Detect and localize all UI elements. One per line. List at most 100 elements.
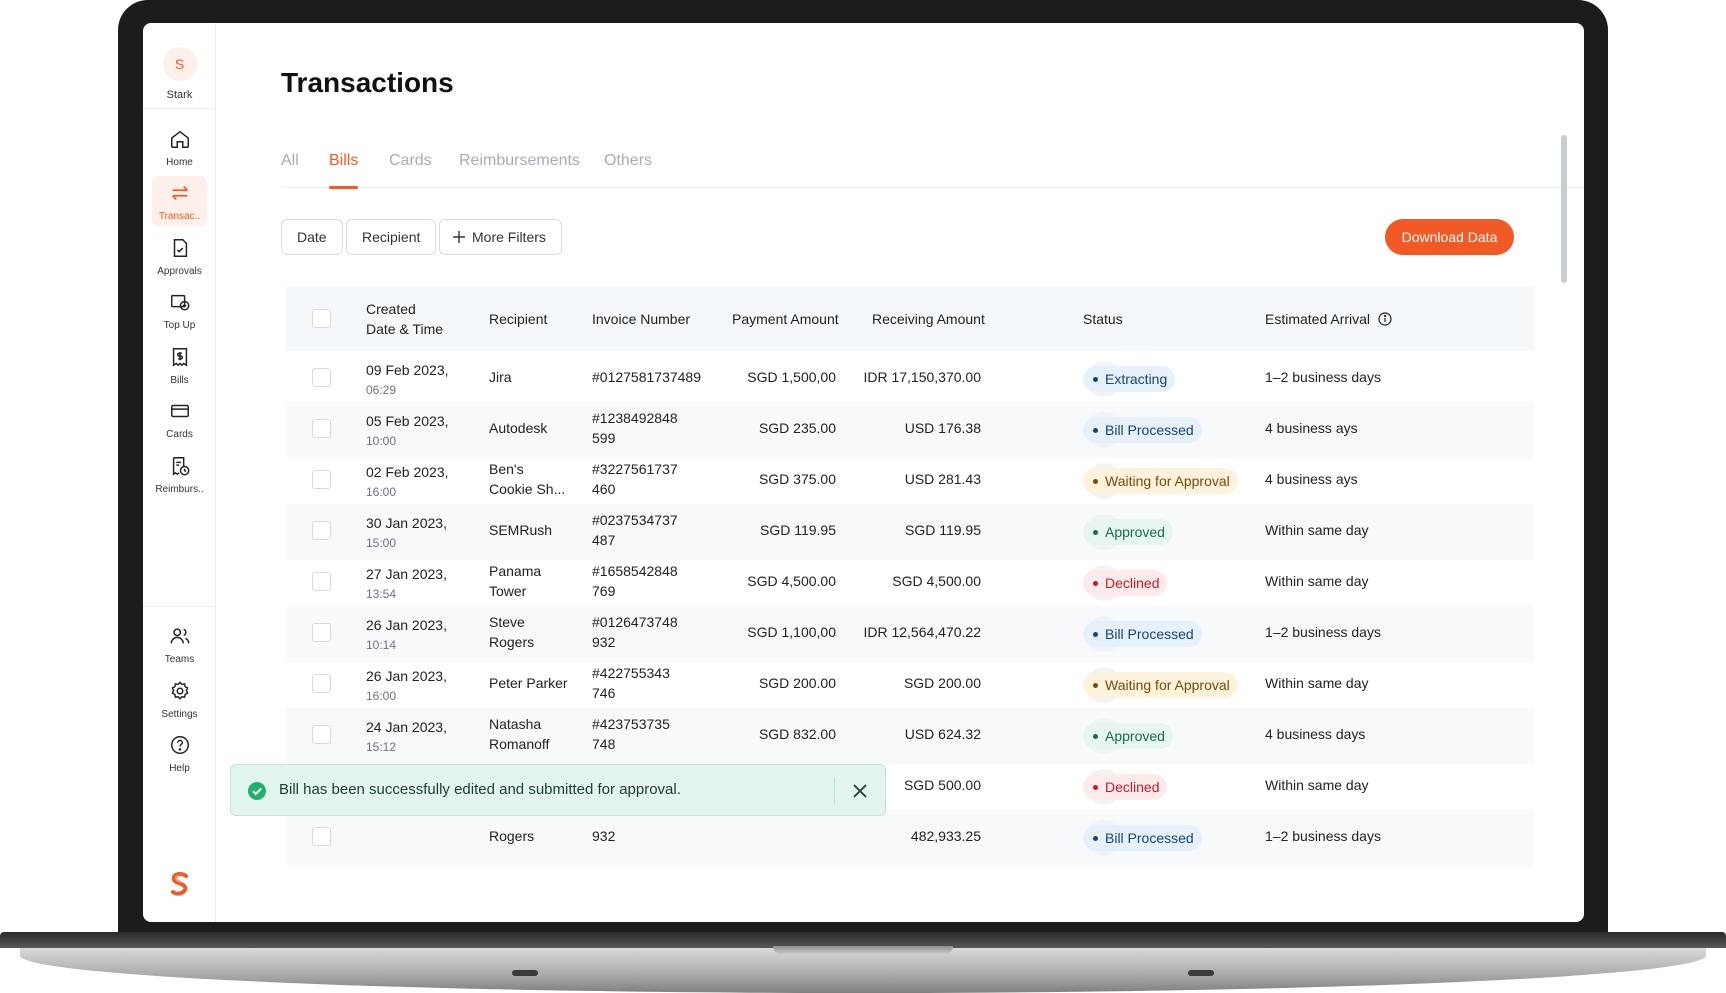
row-checkbox[interactable] [312, 674, 331, 693]
row-checkbox[interactable] [312, 827, 331, 846]
cell-receiving-amount: USD 624.32 [904, 726, 981, 742]
created-date: 27 Jan 2023, [366, 566, 447, 582]
table-row[interactable]: 27 Jan 2023, 13:54 Panama Tower #1658542848 7… [286, 555, 1534, 611]
page-title: Transactions [281, 67, 454, 98]
more-filters-button[interactable]: More Filters [439, 219, 562, 255]
select-all-checkbox[interactable] [312, 309, 331, 328]
sidebar-item-settings[interactable]: Settings [152, 674, 207, 724]
cell-payment-amount: SGD 832.00 [758, 726, 836, 742]
cell-estimated-arrival: 1–2 business days [1265, 369, 1381, 385]
invoice-line: 487 [592, 532, 616, 548]
invoice-line: 599 [592, 430, 616, 446]
cell-estimated-arrival: 4 business days [1265, 726, 1366, 742]
sidebar-item-approvals[interactable]: Approvals [152, 231, 207, 281]
cell-recipient: Ben's Cookie Sh... [489, 459, 584, 499]
cell-estimated-arrival: Within same day [1265, 573, 1369, 589]
sidebar-item-home[interactable]: Home [152, 122, 207, 172]
tab-others[interactable]: Others [604, 145, 652, 188]
column-header-estimated-arrival: Estimated Arrival [1265, 309, 1392, 329]
row-checkbox[interactable] [312, 521, 331, 540]
table-row[interactable]: 02 Feb 2023, 16:00 Ben's Cookie Sh... #32275… [286, 453, 1534, 509]
cell-invoice: #422755343 746 [592, 663, 670, 703]
status-badge: Waiting for Approval [1083, 672, 1238, 698]
created-time: 10:14 [366, 638, 397, 652]
sidebar-divider [143, 108, 216, 109]
invoice-line: #3227561737 [592, 461, 678, 477]
row-checkbox[interactable] [312, 368, 331, 387]
cell-created: 30 Jan 2023, 15:00 [366, 513, 447, 553]
table-row[interactable]: 26 Jan 2023, 10:14 Steve Rogers #0126473748 9… [286, 606, 1534, 662]
created-date: 09 Feb 2023, [366, 362, 449, 378]
transfer-arrows-icon [171, 185, 188, 201]
recipient-filter-button[interactable]: Recipient [346, 219, 437, 255]
tab-all[interactable]: All [281, 145, 299, 188]
column-header-created-line1: Created [366, 301, 416, 317]
laptop-foot [512, 970, 538, 976]
close-icon[interactable] [848, 779, 872, 803]
sidebar-item-label: Top Up [163, 320, 196, 331]
created-time: 13:54 [366, 587, 397, 601]
cell-created: 27 Jan 2023, 13:54 [366, 564, 447, 604]
recipient-line: Romanoff [489, 736, 550, 752]
tab-bills[interactable]: Bills [329, 145, 359, 189]
cell-estimated-arrival: 4 business ays [1265, 420, 1358, 436]
row-checkbox[interactable] [312, 419, 331, 438]
sidebar-item-label: Bills [170, 375, 189, 386]
gear-icon [171, 681, 188, 700]
column-header-created-line2: Date & Time [366, 321, 444, 337]
cell-payment-amount: SGD 1,500,00 [747, 369, 836, 385]
cell-receiving-amount: SGD 4,500.00 [892, 573, 981, 589]
cell-receiving-amount: USD 281.43 [904, 471, 981, 487]
invoice-line: 932 [592, 634, 616, 650]
download-data-button[interactable]: Download Data [1385, 219, 1514, 255]
sidebar-item-label: Home [166, 157, 193, 168]
cell-estimated-arrival: Within same day [1265, 675, 1369, 691]
info-icon[interactable] [1378, 312, 1392, 326]
sidebar-item-bills[interactable]: Bills [152, 340, 207, 390]
column-header-created: Created Date & Time [366, 299, 443, 339]
tab-reimbursements[interactable]: Reimbursements [459, 145, 580, 188]
sidebar: S Stark Home Transac.. Approvals Top Up … [143, 23, 216, 922]
laptop-body [20, 948, 1706, 993]
cell-receiving-amount: IDR 17,150,370.00 [863, 369, 981, 385]
toast-divider [834, 777, 835, 805]
cell-receiving-amount: SGD 119.95 [904, 522, 981, 538]
table-row[interactable]: Rogers 932 482,933.25 Bill Processed 1–2 bus… [286, 810, 1534, 866]
sidebar-item-reimbursements[interactable]: Reimburs.. [152, 449, 207, 499]
app-screen: S Stark Home Transac.. Approvals Top Up … [143, 23, 1584, 922]
cell-receiving-amount: USD 176.38 [904, 420, 981, 436]
status-badge: Declined [1083, 570, 1168, 596]
column-header-invoice: Invoice Number [592, 311, 691, 327]
created-time: 06:29 [366, 383, 397, 397]
column-header-payment-amount: Payment Amount [732, 311, 839, 327]
table-row[interactable]: 05 Feb 2023, 10:00 Autodesk #1238492848 599 S… [286, 402, 1534, 458]
cell-receiving-amount: 482,933.25 [910, 828, 981, 844]
success-check-icon [248, 782, 266, 800]
date-filter-button[interactable]: Date [281, 219, 343, 255]
row-checkbox[interactable] [312, 725, 331, 744]
cell-invoice: #1658542848 769 [592, 561, 678, 601]
cell-created: 02 Feb 2023, 16:00 [366, 462, 449, 502]
sidebar-item-cards[interactable]: Cards [152, 394, 207, 444]
sidebar-item-transactions[interactable]: Transac.. [152, 176, 207, 226]
sidebar-item-top-up[interactable]: Top Up [152, 285, 207, 335]
table-row[interactable]: 24 Jan 2023, 15:12 Natasha Romanoff #4237537… [286, 708, 1534, 764]
recipient-line: Autodesk [489, 420, 548, 436]
row-checkbox[interactable] [312, 623, 331, 642]
cell-payment-amount: SGD 119.95 [759, 522, 836, 538]
recipient-line: Ben's [489, 461, 524, 477]
table-row[interactable]: 09 Feb 2023, 06:29 Jira #0127581737489 SGD 1… [286, 351, 1534, 407]
org-switcher[interactable]: S Stark [143, 47, 216, 101]
vertical-scrollbar[interactable] [1561, 135, 1567, 283]
table-row[interactable]: 26 Jan 2023, 16:00 Peter Parker #422755343 7… [286, 657, 1534, 713]
sidebar-item-teams[interactable]: Teams [152, 619, 207, 669]
cell-estimated-arrival: 1–2 business days [1265, 624, 1381, 640]
cell-estimated-arrival: Within same day [1265, 522, 1369, 538]
sidebar-item-help[interactable]: Help [152, 728, 207, 778]
row-checkbox[interactable] [312, 470, 331, 489]
table-row[interactable]: 30 Jan 2023, 15:00 SEMRush #0237534737 487 SG… [286, 504, 1534, 560]
credit-card-icon [170, 404, 189, 418]
created-time: 15:00 [366, 536, 397, 550]
row-checkbox[interactable] [312, 572, 331, 591]
tab-cards[interactable]: Cards [389, 145, 432, 188]
